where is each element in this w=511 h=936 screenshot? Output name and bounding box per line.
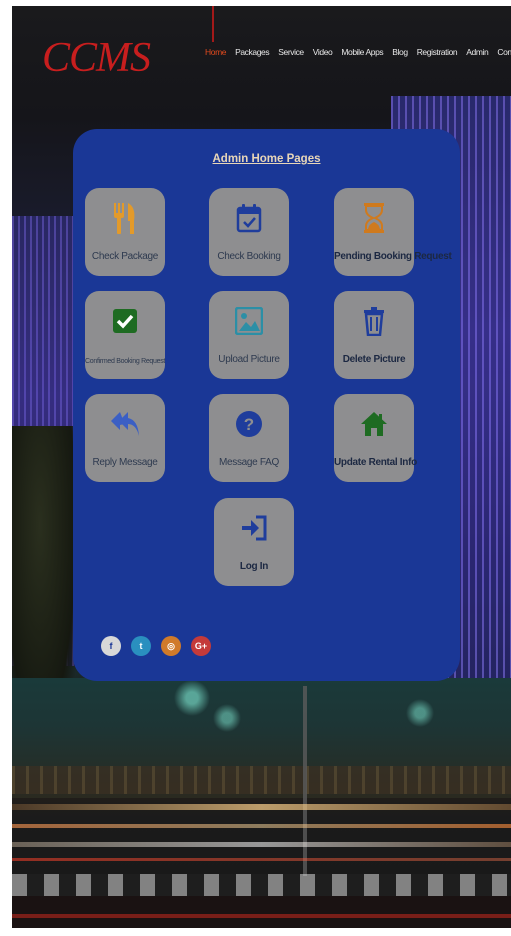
background-lamp-pole <box>303 686 307 876</box>
pending-booking-request-button[interactable]: Pending Booking Request <box>334 188 452 276</box>
message-faq-button[interactable]: ? Message FAQ <box>209 394 289 482</box>
image-icon <box>235 303 263 339</box>
twitter-icon[interactable]: t <box>131 636 151 656</box>
tile-label: Update Rental Info <box>334 457 417 468</box>
nav-item-admin[interactable]: Admin <box>466 47 488 57</box>
check-square-icon <box>112 303 138 339</box>
delete-picture-button[interactable]: Delete Picture <box>334 291 414 379</box>
tile-label: Delete Picture <box>342 354 406 365</box>
crosswalk-stripes <box>12 874 511 896</box>
nav-item-blog[interactable]: Blog <box>392 47 408 57</box>
tile-label: Log In <box>239 561 269 572</box>
light-trail <box>12 824 511 828</box>
google-plus-icon[interactable]: G+ <box>191 636 211 656</box>
admin-panel: Admin Home Pages Check Package Check Boo… <box>73 129 460 681</box>
main-nav: Home Packages Service Video Mobile Apps … <box>205 47 511 57</box>
background-fence <box>12 766 511 794</box>
active-nav-indicator <box>212 6 214 42</box>
question-circle-icon: ? <box>235 406 263 442</box>
tile-label: Upload Picture <box>218 354 280 365</box>
page-frame: CCMS Home Packages Service Video Mobile … <box>12 6 511 928</box>
nav-item-packages[interactable]: Packages <box>235 47 270 57</box>
sign-in-icon <box>240 510 268 546</box>
reply-message-button[interactable]: Reply Message <box>85 394 165 482</box>
reply-all-icon <box>110 406 140 442</box>
upload-picture-button[interactable]: Upload Picture <box>209 291 289 379</box>
check-package-button[interactable]: Check Package <box>85 188 165 276</box>
tile-label: Confirmed Booking Request <box>85 358 166 365</box>
trash-icon <box>363 303 385 339</box>
light-trail <box>12 914 511 918</box>
instagram-icon[interactable]: ◎ <box>161 636 181 656</box>
light-trail <box>12 858 511 861</box>
check-booking-button[interactable]: Check Booking <box>209 188 289 276</box>
utensils-icon <box>112 200 138 236</box>
road <box>12 896 511 928</box>
home-icon <box>360 406 388 442</box>
facebook-icon[interactable]: f <box>101 636 121 656</box>
nav-item-mobile-apps[interactable]: Mobile Apps <box>341 47 383 57</box>
site-logo[interactable]: CCMS <box>42 34 151 82</box>
calendar-check-icon <box>236 200 262 236</box>
nav-item-video[interactable]: Video <box>313 47 333 57</box>
light-trail <box>12 842 511 847</box>
tile-label: Message FAQ <box>218 457 280 468</box>
tile-label: Check Booking <box>217 251 281 262</box>
tile-label: Pending Booking Request <box>334 251 452 262</box>
log-in-button[interactable]: Log In <box>214 498 294 586</box>
social-links: f t ◎ G+ <box>101 636 211 656</box>
light-trail <box>12 804 511 810</box>
hourglass-icon <box>363 200 385 236</box>
nav-item-home[interactable]: Home <box>205 47 226 57</box>
panel-title[interactable]: Admin Home Pages <box>73 153 460 165</box>
confirmed-booking-request-button[interactable]: Confirmed Booking Request <box>85 291 165 379</box>
tile-label: Check Package <box>91 251 159 262</box>
update-rental-info-button[interactable]: Update Rental Info <box>334 394 417 482</box>
nav-item-service[interactable]: Service <box>278 47 304 57</box>
nav-item-contact[interactable]: Contact <box>497 47 511 57</box>
nav-item-registration[interactable]: Registration <box>417 47 458 57</box>
svg-text:?: ? <box>244 415 254 434</box>
tile-label: Reply Message <box>92 457 158 468</box>
